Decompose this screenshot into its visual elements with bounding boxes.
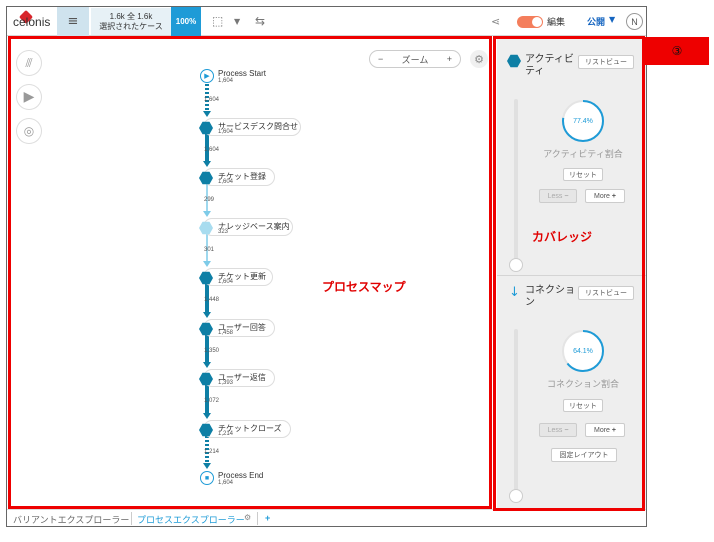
process-map-annotation: プロセスマップ [322,280,406,294]
swap-icon[interactable]: ⇆ [255,14,265,28]
tab-variant-explorer[interactable]: バリアントエクスプローラー [13,513,129,526]
selection-percentage: 100% [171,7,201,36]
coverage-annotation: カバレッジ [532,230,593,244]
tab-process-explorer[interactable]: プロセスエクスプローラー [137,513,245,526]
edit-toggle[interactable] [517,16,543,28]
share-icon[interactable]: ⋖ [491,15,500,28]
process-map-highlight [8,36,492,509]
cases-label: 選択されたケース [99,22,163,31]
selection-icon[interactable]: ⬚ [212,14,223,28]
publish-dropdown-icon[interactable]: ▼ [609,15,615,24]
user-avatar[interactable]: N [626,13,643,30]
coverage-panel-highlight [493,36,645,511]
add-tab-button[interactable]: + [265,513,270,523]
hamburger-icon: ≡ [67,14,79,29]
publish-button[interactable]: 公開 [587,15,605,28]
menu-button[interactable]: ≡ [57,7,89,36]
tab-settings-gear-icon[interactable]: ⚙ [244,513,251,522]
edit-label: 編集 [547,17,566,27]
chevron-down-icon[interactable]: ▼ [234,17,240,26]
tab-separator [131,512,132,525]
top-bar: celonis ≡ 1.6k 全 1.6k 選択されたケース 100% ⬚ ▼ … [7,7,646,36]
explorer-tabs: バリアントエクスプローラー プロセスエクスプローラー ⚙ + [7,509,646,526]
tab-separator [257,512,258,525]
step-number-badge: ③ [645,37,709,65]
cases-count: 1.6k 全 1.6k [109,12,153,21]
app-logo: celonis [13,15,51,29]
selected-cases-indicator[interactable]: 1.6k 全 1.6k 選択されたケース [91,8,171,35]
